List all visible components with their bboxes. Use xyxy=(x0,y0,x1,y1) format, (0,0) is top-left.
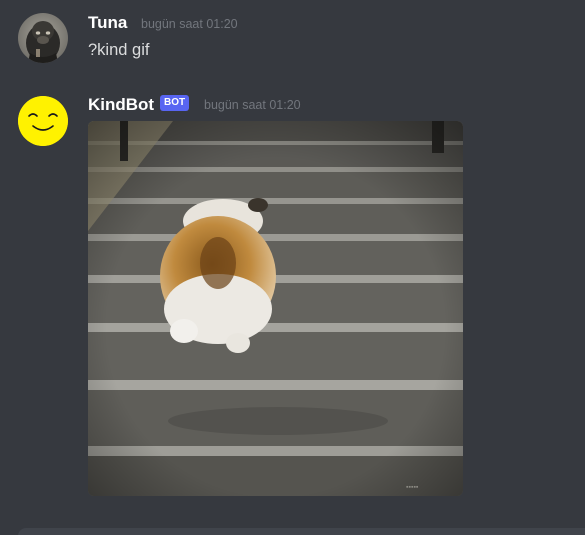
gorilla-icon xyxy=(18,13,68,63)
author-name[interactable]: Tuna xyxy=(88,13,127,33)
svg-text:▪▪▪▪▪: ▪▪▪▪▪ xyxy=(406,484,419,491)
message-timestamp: bugün saat 01:20 xyxy=(204,98,301,112)
chat-messages: Tuna bugün saat 01:20 ?kind gif KindBot … xyxy=(0,0,585,535)
message-tuna: Tuna bugün saat 01:20 ?kind gif xyxy=(0,0,585,80)
message-content: ?kind gif xyxy=(88,41,150,59)
gorilla-avatar[interactable] xyxy=(18,13,68,63)
corgi-stairs-image: ▪▪▪▪▪ xyxy=(88,121,463,496)
gif-attachment[interactable]: ▪▪▪▪▪ xyxy=(88,121,463,496)
smiley-face-avatar[interactable] xyxy=(18,96,68,146)
message-input-bar[interactable] xyxy=(18,528,585,535)
bot-tag: BOT xyxy=(160,95,190,111)
smiley-face-icon xyxy=(18,96,68,146)
message-timestamp: bugün saat 01:20 xyxy=(141,17,238,31)
author-name[interactable]: KindBot xyxy=(88,95,154,115)
